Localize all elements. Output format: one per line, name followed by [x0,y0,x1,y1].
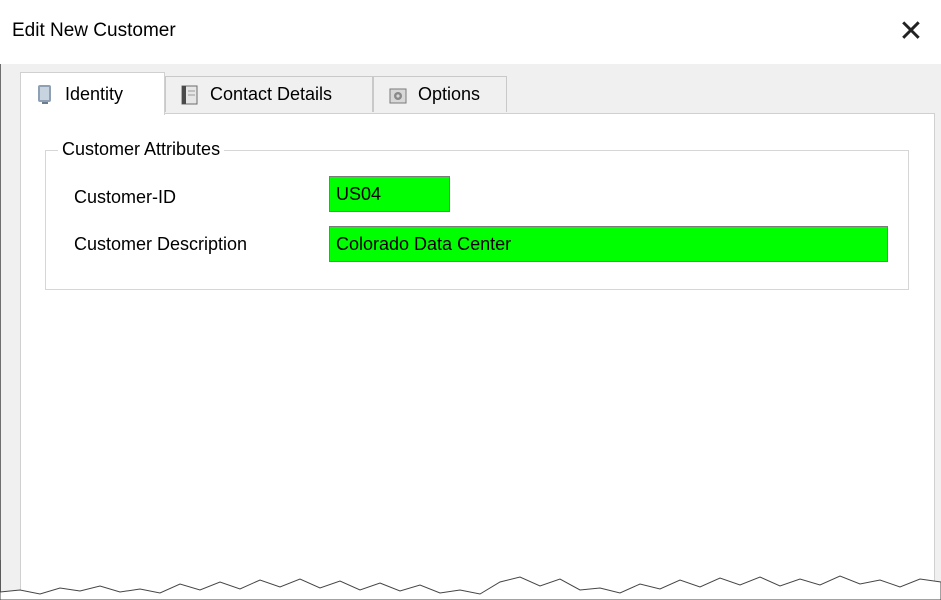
tab-options-label: Options [418,84,481,104]
identity-icon [33,82,57,106]
edit-customer-dialog: Edit New Customer ✕ Identity Contact Det… [0,0,941,600]
tab-contact-details-label: Contact Details [210,84,333,104]
contact-details-icon [178,83,202,107]
customer-attributes-group: Customer Attributes Customer-ID US04 Cus… [45,139,909,290]
close-icon: ✕ [898,15,924,48]
identity-tab-panel: Customer Attributes Customer-ID US04 Cus… [20,113,935,600]
tab-contact-details[interactable]: Contact Details [165,76,373,112]
customer-id-label: Customer-ID [74,187,177,207]
customer-description-label: Customer Description [74,234,248,254]
tab-identity-label: Identity [65,83,124,104]
tab-strip: Identity Contact Details Options [20,72,520,115]
customer-id-field[interactable]: US04 [329,176,450,212]
close-button[interactable]: ✕ [881,0,941,64]
tab-options[interactable]: Options [373,76,507,112]
window-border [0,0,1,600]
title-bar: Edit New Customer ✕ [0,0,941,64]
group-label: Customer Attributes [58,139,225,160]
options-icon [386,83,410,107]
torn-edge [0,560,941,600]
tab-identity[interactable]: Identity [20,72,165,115]
window-title: Edit New Customer [12,20,176,41]
customer-description-field[interactable]: Colorado Data Center [329,226,888,262]
